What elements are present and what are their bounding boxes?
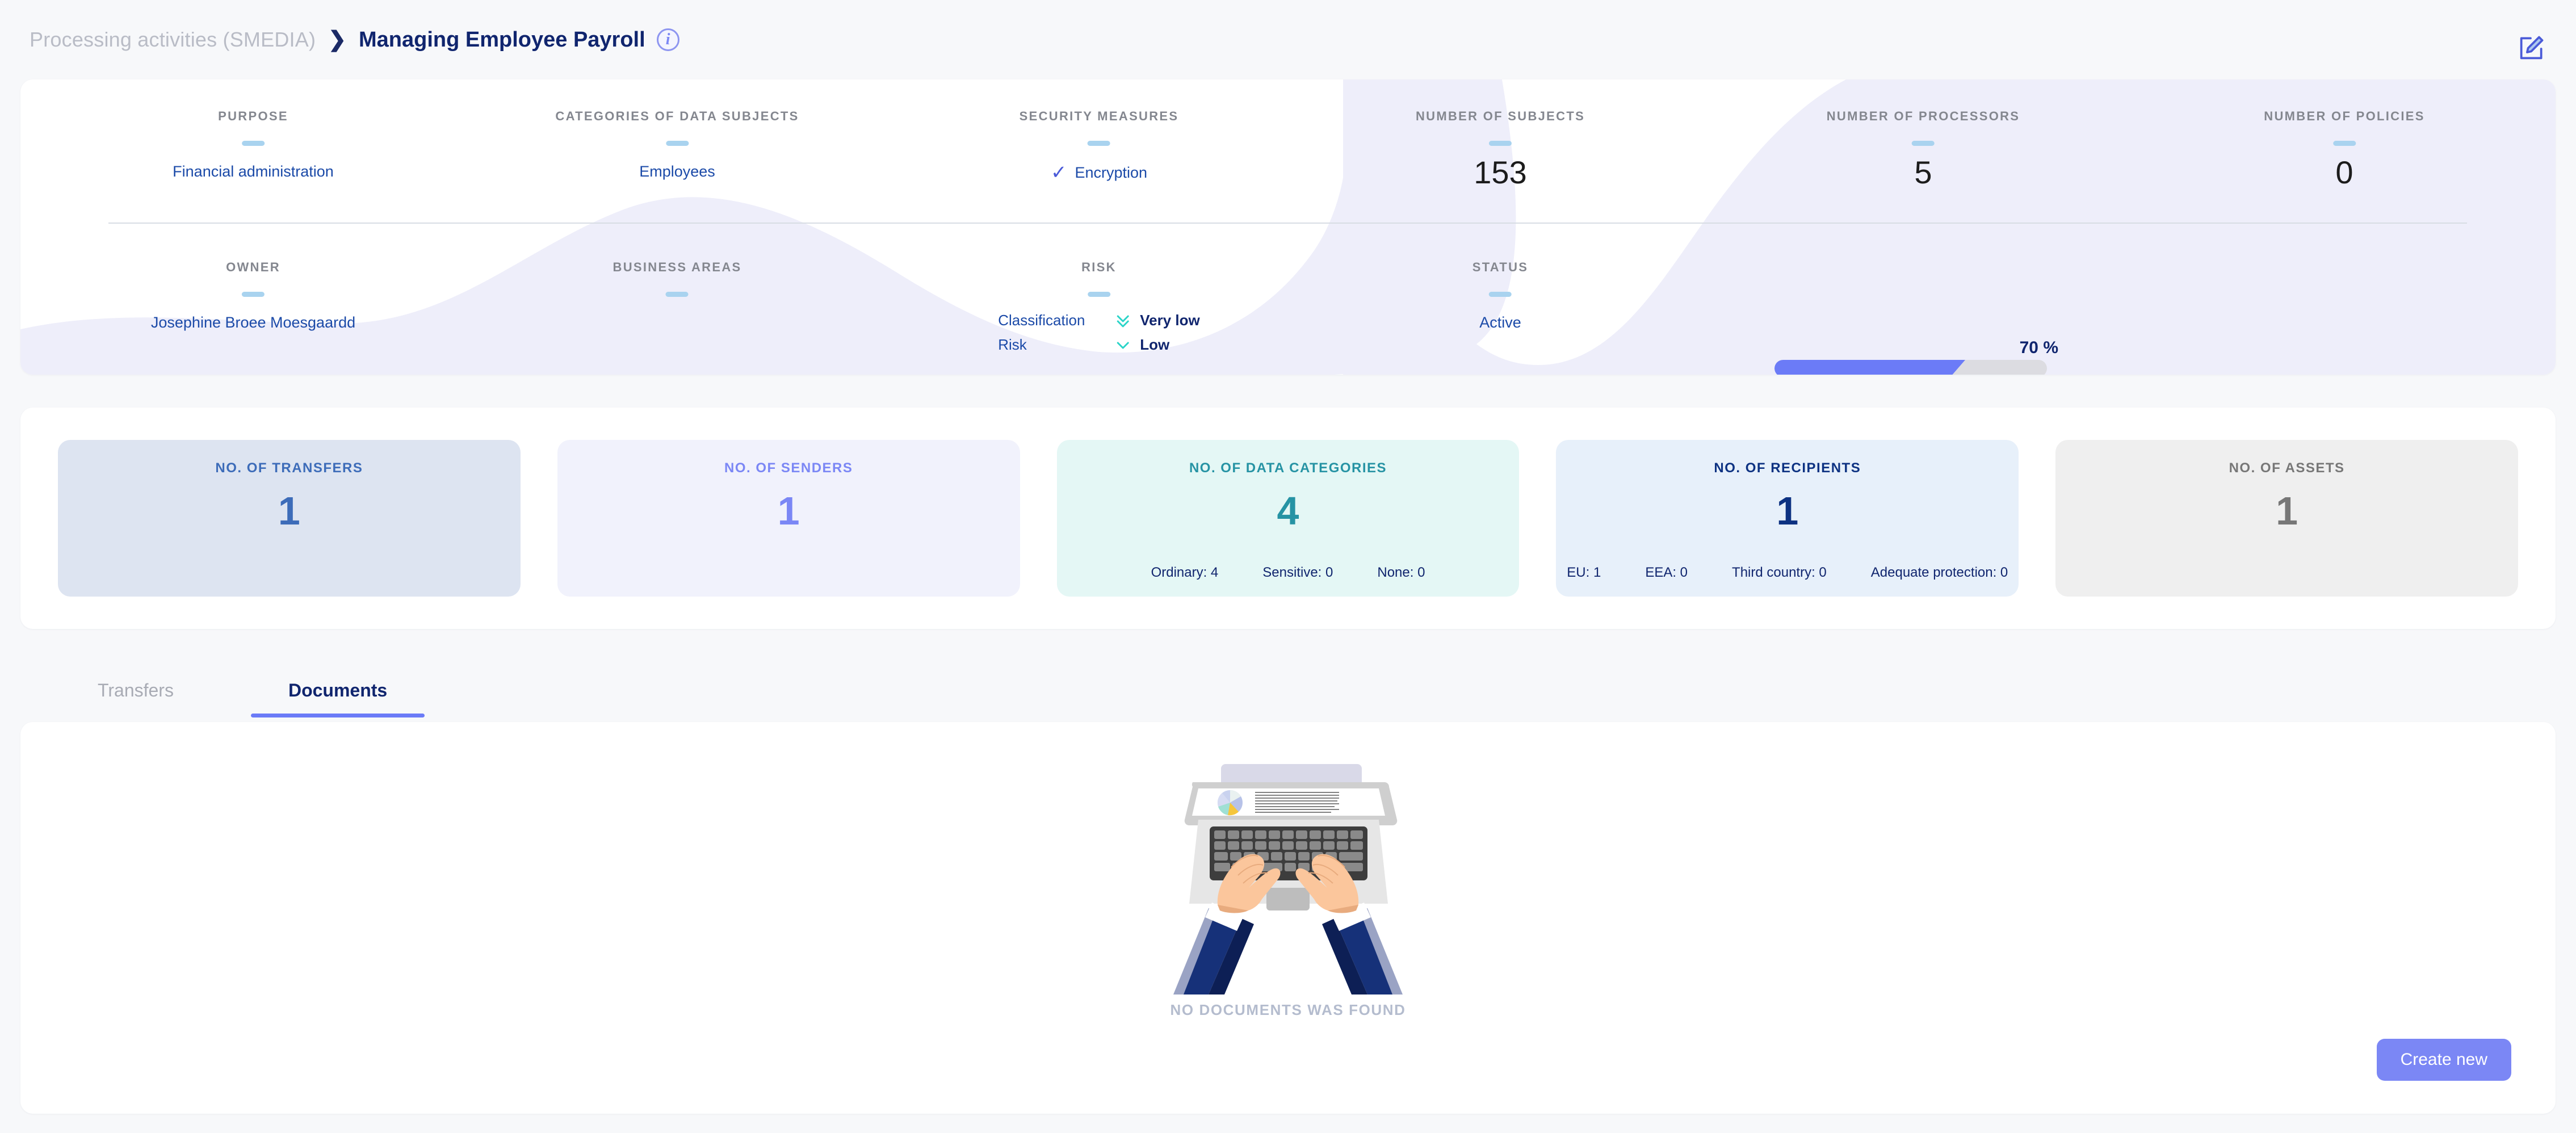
breadcrumb-parent-link[interactable]: Processing activities (SMEDIA) — [30, 28, 316, 52]
stat-card-title: NO. OF DATA CATEGORIES — [1189, 460, 1387, 476]
stat-card[interactable]: NO. OF ASSETS 1 — [2055, 440, 2518, 597]
field-label: STATUS — [1472, 260, 1529, 274]
field-value: Active — [1479, 314, 1521, 331]
tab-documents[interactable]: Documents — [250, 663, 425, 717]
field-label: NUMBER OF SUBJECTS — [1415, 109, 1585, 123]
field-label: SECURITY MEASURES — [1019, 109, 1179, 123]
stat-card[interactable]: NO. OF RECIPIENTS 1 EU: 1 EEA: 0 Third count… — [1556, 440, 2019, 597]
field-value-row: ✓ Encryption — [1020, 163, 1179, 182]
empty-state-message: NO DOCUMENTS WAS FOUND — [1170, 1001, 1406, 1018]
field-number-of-processors: NUMBER OF PROCESSORS 5 — [1827, 109, 2020, 191]
risk-row-classification: Classification Very low — [998, 312, 1200, 329]
field-accent-dash — [2332, 141, 2356, 146]
field-accent-dash — [665, 292, 689, 297]
stat-card-value: 1 — [2276, 489, 2298, 533]
risk-row-value: Low — [1140, 336, 1170, 353]
breadcrumb-separator: ❯ — [328, 28, 346, 52]
stat-cards-panel: NO. OF TRANSFERS 1 NO. OF SENDERS 1 NO. OF D… — [20, 408, 2556, 629]
documents-content-panel: NO DOCUMENTS WAS FOUND Create new — [20, 722, 2556, 1114]
stat-card-title: NO. OF RECIPIENTS — [1714, 460, 1861, 476]
risk-row-value: Very low — [1140, 312, 1200, 329]
risk-row-label: Classification — [998, 312, 1085, 329]
stat-card-breakdown-item: Adequate protection: 0 — [1870, 565, 2008, 580]
field-label: CATEGORIES OF DATA SUBJECTS — [555, 109, 799, 123]
field-number-of-policies: NUMBER OF POLICIES 0 — [2264, 109, 2424, 191]
stat-card-breakdown-item: Sensitive: 0 — [1262, 565, 1333, 580]
edit-pencil-icon[interactable] — [2515, 33, 2546, 65]
field-label: BUSINESS AREAS — [612, 260, 742, 274]
field-accent-dash — [241, 141, 265, 146]
field-accent-dash — [1489, 141, 1512, 146]
stat-card-value: 1 — [278, 489, 300, 533]
field-label: NUMBER OF POLICIES — [2264, 109, 2425, 123]
create-new-button[interactable]: Create new — [2376, 1039, 2511, 1081]
field-security-measures: SECURITY MEASURES ✓ Encryption — [1020, 109, 1179, 182]
field-value: 5 — [1914, 154, 1932, 190]
summary-divider — [108, 223, 2467, 224]
stat-card-breakdown-item: EEA: 0 — [1645, 565, 1688, 580]
stat-card-breakdown-item: EU: 1 — [1567, 565, 1601, 580]
field-value: Josephine Broee Moesgaardd — [150, 314, 356, 331]
double-chevron-down-icon — [1106, 312, 1140, 329]
field-label: RISK — [1081, 260, 1117, 274]
risk-row-label: Risk — [998, 336, 1027, 353]
field-categories-of-data-subjects: CATEGORIES OF DATA SUBJECTS Employees — [555, 109, 799, 181]
stat-card-breakdown: EU: 1 EEA: 0 Third country: 0 Adequate prot… — [1556, 565, 2019, 581]
stat-card-value: 4 — [1277, 489, 1299, 533]
risk-row-risk: Risk Low — [998, 336, 1169, 354]
page-title: Managing Employee Payroll — [358, 27, 645, 52]
stat-card-value: 1 — [777, 489, 800, 533]
info-icon[interactable]: i — [656, 28, 679, 51]
field-risk: RISK Classification Very low Risk Low — [998, 260, 1200, 354]
stat-card-breakdown-item: Third country: 0 — [1732, 565, 1827, 580]
field-value: Encryption — [1075, 163, 1148, 181]
field-label: OWNER — [226, 260, 280, 274]
field-accent-dash — [1088, 292, 1110, 297]
progress-track — [1774, 360, 2047, 375]
field-number-of-subjects: NUMBER OF SUBJECTS 153 — [1416, 109, 1585, 191]
stat-cards-row: NO. OF TRANSFERS 1 NO. OF SENDERS 1 NO. OF D… — [58, 440, 2518, 597]
field-label: PURPOSE — [218, 109, 288, 123]
progress-fill — [1774, 360, 1965, 375]
stat-card-title: NO. OF ASSETS — [2229, 460, 2345, 476]
stat-card[interactable]: NO. OF TRANSFERS 1 — [58, 440, 521, 597]
person-typing-on-laptop-illustration — [1173, 764, 1403, 994]
field-value: 0 — [2335, 154, 2353, 190]
completion-progress: 70 % — [1774, 338, 2058, 375]
progress-percent-label: 70 % — [2019, 338, 2058, 357]
field-accent-dash — [1912, 141, 1935, 146]
empty-state: NO DOCUMENTS WAS FOUND — [20, 756, 2556, 1019]
stat-card-breakdown: Ordinary: 4 Sensitive: 0 None: 0 — [1057, 565, 1520, 581]
field-owner: OWNER Josephine Broee Moesgaardd — [151, 260, 355, 331]
field-business-areas: BUSINESS AREAS — [613, 260, 742, 314]
field-value: Financial administration — [173, 163, 334, 180]
field-label: NUMBER OF PROCESSORS — [1826, 109, 2020, 123]
stat-card[interactable]: NO. OF DATA CATEGORIES 4 Ordinary: 4 Sensit… — [1056, 440, 1520, 597]
tab-transfers[interactable]: Transfers — [60, 663, 211, 717]
check-icon: ✓ — [1050, 162, 1067, 183]
stat-card[interactable]: NO. OF SENDERS 1 — [557, 440, 1020, 597]
field-accent-dash — [242, 292, 265, 297]
stat-card-breakdown-item: Ordinary: 4 — [1151, 565, 1219, 580]
stat-card-title: NO. OF SENDERS — [724, 460, 853, 476]
risk-rows: Classification Very low Risk Low — [998, 312, 1200, 354]
stat-card-value: 1 — [1776, 489, 1799, 533]
field-accent-dash — [1088, 141, 1110, 146]
chevron-down-icon — [1106, 337, 1140, 354]
field-accent-dash — [665, 141, 689, 146]
info-icon-letter: i — [665, 31, 670, 48]
stat-card-title: NO. OF TRANSFERS — [215, 460, 363, 476]
field-status: STATUS Active — [1472, 260, 1529, 331]
field-accent-dash — [1488, 292, 1512, 297]
field-value: Employees — [639, 163, 715, 180]
summary-panel: PURPOSE Financial administration CATEGOR… — [20, 79, 2556, 375]
field-value: 153 — [1474, 154, 1527, 190]
field-purpose: PURPOSE Financial administration — [173, 109, 334, 181]
stat-card-breakdown-item: None: 0 — [1377, 565, 1425, 580]
tab-bar: Transfers Documents — [20, 663, 2556, 717]
breadcrumb-bar: Processing activities (SMEDIA) ❯ Managin… — [0, 0, 2576, 79]
